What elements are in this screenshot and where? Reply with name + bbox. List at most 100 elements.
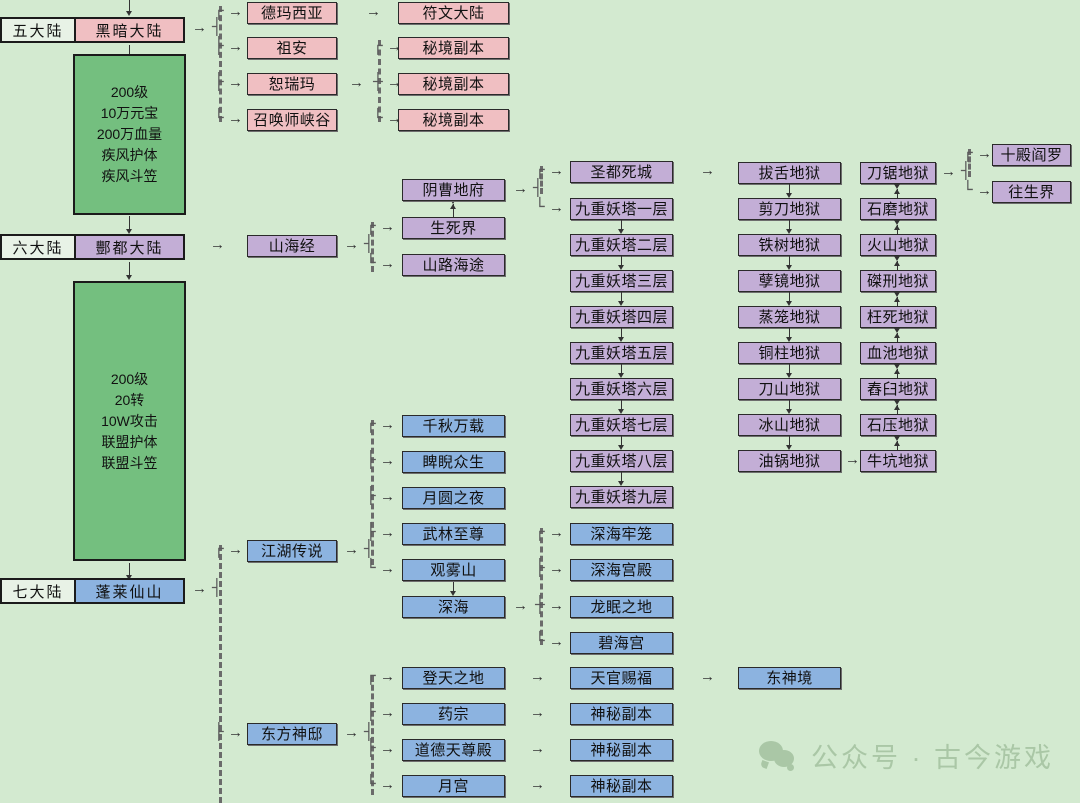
node-tower-floor-5[interactable]: 九重妖塔五层	[570, 342, 673, 364]
arrow-youguo-to-niukeng: →	[845, 451, 860, 468]
node-hell-a-9[interactable]: 油锅地狱	[738, 450, 841, 472]
node-shengsijie[interactable]: 生死界	[402, 217, 505, 239]
arrow-fengdu-out: →	[210, 236, 225, 253]
node-jianghu-sub-2[interactable]: 睥睨众生	[402, 451, 505, 473]
arrow-dongfang-3-to-third: →	[530, 740, 545, 757]
node-hell-a-4[interactable]: 孽镜地狱	[738, 270, 841, 292]
arrow-dongfang-out: →	[344, 724, 359, 741]
continent-name[interactable]: 酆都大陆	[76, 236, 183, 258]
node-tower-floor-1[interactable]: 九重妖塔一层	[570, 198, 673, 220]
node-rune-continent[interactable]: 符文大陆	[398, 2, 509, 24]
continent-row-3: 七大陆 蓬莱仙山	[0, 578, 185, 604]
continent-row-1: 五大陆 黑暗大陆	[0, 17, 185, 43]
branch-spine-dark	[219, 6, 222, 122]
node-dark-branch-3[interactable]: 恕瑞玛	[247, 73, 337, 95]
node-wangsheng-jie[interactable]: 往生界	[992, 181, 1071, 203]
node-secret-dungeon-2[interactable]: 秘境副本	[398, 73, 509, 95]
arrow-tianguan-to-dongshenjing: →	[700, 668, 715, 685]
node-hell-b-7[interactable]: 舂臼地狱	[860, 378, 936, 400]
continent-name[interactable]: 黑暗大陆	[76, 19, 183, 41]
node-hell-a-8[interactable]: 冰山地狱	[738, 414, 841, 436]
node-shidian-yanluo[interactable]: 十殿阎罗	[992, 144, 1071, 166]
node-hell-a-1[interactable]: 拔舌地狱	[738, 162, 841, 184]
node-hell-b-8[interactable]: 石压地狱	[860, 414, 936, 436]
node-tower-floor-3[interactable]: 九重妖塔三层	[570, 270, 673, 292]
node-shenhai-sub-3[interactable]: 龙眠之地	[570, 596, 673, 618]
node-tower-floor-2[interactable]: 九重妖塔二层	[570, 234, 673, 256]
node-shenhai-sub-4[interactable]: 碧海宫	[570, 632, 673, 654]
node-shengdu-sicheng[interactable]: 圣都死城	[570, 161, 673, 183]
node-dark-branch-4[interactable]: 召唤师峡谷	[247, 109, 337, 131]
node-hell-a-5[interactable]: 蒸笼地狱	[738, 306, 841, 328]
node-dark-branch-2[interactable]: 祖安	[247, 37, 337, 59]
flowchart-canvas: 五大陆 黑暗大陆 200级 10万元宝 200万血量 疾风护体 疾风斗笠 六大陆 酆都大陆 200…	[0, 0, 1080, 803]
continent-row-2: 六大陆 酆都大陆	[0, 234, 185, 260]
arrow-penglai-out: →	[192, 580, 207, 597]
arrow-jianghu-out: →	[344, 541, 359, 558]
node-dark-branch-1[interactable]: 德玛西亚	[247, 2, 337, 24]
arrow-to-dark-1: →	[228, 3, 243, 20]
node-dongfang-third-1[interactable]: 天官赐福	[570, 667, 673, 689]
info-line: 疾风斗笠	[101, 168, 158, 184]
bracket-dongfang-4: └	[366, 774, 376, 793]
node-secret-dungeon-1[interactable]: 秘境副本	[398, 37, 509, 59]
info-line: 疾风护体	[101, 147, 158, 163]
node-yincao-difu[interactable]: 阴曹地府	[402, 179, 505, 201]
node-hell-a-6[interactable]: 铜柱地狱	[738, 342, 841, 364]
arrow-to-jianghu-1: →	[380, 416, 395, 433]
node-tower-floor-7[interactable]: 九重妖塔七层	[570, 414, 673, 436]
bracket-shidian: ┌	[963, 143, 973, 162]
bracket-shengsijie: ┌	[366, 216, 376, 235]
node-hell-b-2[interactable]: 石磨地狱	[860, 198, 936, 220]
arrow-to-dongfang-2: →	[380, 704, 395, 721]
arrow-to-dongfang: →	[228, 724, 243, 741]
node-dongfang-sub-1[interactable]: 登天之地	[402, 667, 505, 689]
bracket-shenhai-4: └	[535, 631, 545, 650]
node-jianghu-sub-1[interactable]: 千秋万载	[402, 415, 505, 437]
node-dongfang-sub-3[interactable]: 道德天尊殿	[402, 739, 505, 761]
arrow-to-jianghu-3: →	[380, 488, 395, 505]
node-shanhaijing[interactable]: 山海经	[247, 235, 337, 257]
bracket-shengdu: ┌	[535, 160, 545, 179]
branch-spine-shenhai	[540, 528, 543, 645]
node-hell-b-3[interactable]: 火山地狱	[860, 234, 936, 256]
node-dongfang-third-2[interactable]: 神秘副本	[570, 703, 673, 725]
node-hell-b-6[interactable]: 血池地狱	[860, 342, 936, 364]
node-dongfang-third-3[interactable]: 神秘副本	[570, 739, 673, 761]
arrow-dongfang-1-to-third: →	[530, 668, 545, 685]
node-shenhai[interactable]: 深海	[402, 596, 505, 618]
node-hell-b-1[interactable]: 刀锯地狱	[860, 162, 936, 184]
node-dongshenjing[interactable]: 东神境	[738, 667, 841, 689]
node-secret-dungeon-3[interactable]: 秘境副本	[398, 109, 509, 131]
continent-name[interactable]: 蓬莱仙山	[76, 580, 183, 602]
node-shenhai-sub-1[interactable]: 深海牢笼	[570, 523, 673, 545]
bracket-jianghu-4: ├	[366, 522, 376, 541]
node-shenhai-sub-2[interactable]: 深海宫殿	[570, 559, 673, 581]
node-dongfang-sub-2[interactable]: 药宗	[402, 703, 505, 725]
node-jianghu-sub-3[interactable]: 月圆之夜	[402, 487, 505, 509]
arrow-daoju-out: →	[941, 163, 956, 180]
info-panel-fengdu-continent-requirements: 200级 20转 10W攻击 联盟护体 联盟斗笠	[73, 281, 186, 561]
node-hell-b-5[interactable]: 枉死地狱	[860, 306, 936, 328]
node-tower-floor-6[interactable]: 九重妖塔六层	[570, 378, 673, 400]
node-hell-a-2[interactable]: 剪刀地狱	[738, 198, 841, 220]
node-jianghu-chuanshuo[interactable]: 江湖传说	[247, 540, 337, 562]
node-jianghu-sub-5[interactable]: 观雾山	[402, 559, 505, 581]
node-dongfang-shendi[interactable]: 东方神邸	[247, 723, 337, 745]
bracket-dark-4: └	[214, 108, 224, 127]
node-hell-b-9[interactable]: 牛坑地狱	[860, 450, 936, 472]
node-hell-a-3[interactable]: 铁树地狱	[738, 234, 841, 256]
node-dongfang-sub-4[interactable]: 月宫	[402, 775, 505, 797]
arrow-to-dongfang-1: →	[380, 668, 395, 685]
node-hell-b-4[interactable]: 磔刑地狱	[860, 270, 936, 292]
node-jianghu-sub-4[interactable]: 武林至尊	[402, 523, 505, 545]
continent-label: 六大陆	[2, 236, 76, 258]
node-tower-floor-4[interactable]: 九重妖塔四层	[570, 306, 673, 328]
node-tower-floor-8[interactable]: 九重妖塔八层	[570, 450, 673, 472]
bracket-dark-1: ┌	[214, 1, 224, 20]
node-shanluhaitu[interactable]: 山路海途	[402, 254, 505, 276]
node-hell-a-7[interactable]: 刀山地狱	[738, 378, 841, 400]
node-dongfang-third-4[interactable]: 神秘副本	[570, 775, 673, 797]
arrow-shenhai-out: →	[513, 597, 528, 614]
node-tower-floor-9[interactable]: 九重妖塔九层	[570, 486, 673, 508]
